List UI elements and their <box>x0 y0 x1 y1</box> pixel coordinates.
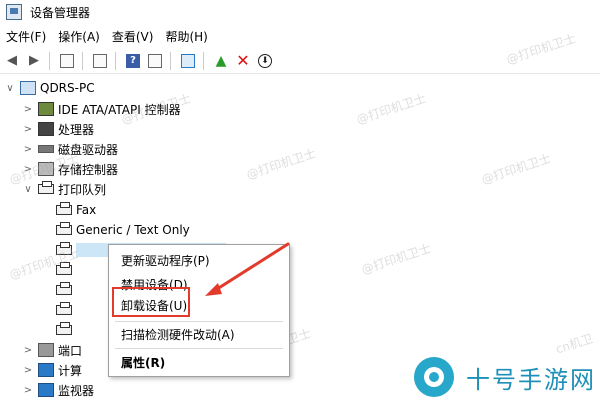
download-icon[interactable]: ⬇ <box>255 51 275 71</box>
tree-item-ports[interactable]: > 端口 <box>22 340 82 360</box>
back-arrow-icon[interactable]: ◀ <box>2 51 22 71</box>
menu-bar: 文件(F) 操作(A) 查看(V) 帮助(H) <box>0 26 214 48</box>
tree-item-label: 端口 <box>58 343 83 358</box>
window-title: 设备管理器 <box>30 5 91 20</box>
tree-item-label: 处理器 <box>58 122 95 137</box>
scan-monitor-icon[interactable] <box>178 51 198 71</box>
tree-item-printer[interactable] <box>52 280 76 300</box>
chevron-right-icon[interactable]: > <box>22 345 34 356</box>
port-icon <box>38 343 54 357</box>
forward-arrow-icon[interactable]: ▶ <box>24 51 44 71</box>
menu-item-properties[interactable]: 属性(R) <box>121 354 165 371</box>
toolbar-divider <box>49 51 50 70</box>
menu-view[interactable]: 查看(V) <box>106 26 160 48</box>
computer-icon <box>20 81 36 95</box>
chevron-down-icon[interactable]: ∨ <box>22 184 34 195</box>
tree-item-label: Generic / Text Only <box>76 223 190 237</box>
chevron-right-icon[interactable]: > <box>22 385 34 396</box>
watermark-text: @打印机卫士 <box>354 91 428 127</box>
device-manager-icon <box>6 4 22 20</box>
title-bar: 设备管理器 <box>0 0 600 24</box>
tree-item-label: 计算 <box>58 363 83 378</box>
chevron-right-icon[interactable]: > <box>22 124 34 135</box>
toolbar-divider <box>203 51 204 70</box>
chevron-down-icon[interactable]: ∨ <box>4 83 16 94</box>
printer-icon <box>56 322 72 335</box>
tree-item-monitors[interactable]: > 监视器 <box>22 380 94 400</box>
menu-action[interactable]: 操作(A) <box>52 26 106 48</box>
brand-logo-area: 十号手游网 <box>414 354 596 400</box>
help-icon[interactable]: ? <box>123 51 143 71</box>
menu-item-update-driver[interactable]: 更新驱动程序(P) <box>121 252 210 269</box>
menu-item-scan-hardware[interactable]: 扫描检测硬件改动(A) <box>121 326 235 343</box>
view-icon[interactable] <box>145 51 165 71</box>
chevron-right-icon[interactable]: > <box>22 365 34 376</box>
tree-item-label: Fax <box>76 203 97 217</box>
menu-help[interactable]: 帮助(H) <box>159 26 213 48</box>
uninstall-x-icon[interactable]: ✕ <box>233 51 253 71</box>
toolbar-divider <box>170 51 171 70</box>
printer-icon <box>56 202 72 215</box>
computer-icon <box>38 363 54 377</box>
tree-item-print-queue[interactable]: ∨ 打印队列 <box>22 179 106 199</box>
tree-item-processor[interactable]: > 处理器 <box>22 119 94 139</box>
menu-file[interactable]: 文件(F) <box>0 26 52 48</box>
printer-icon <box>56 222 72 235</box>
tree-item-computer[interactable]: > 计算 <box>22 360 82 380</box>
watermark-text: @打印机卫士 <box>244 146 318 182</box>
chevron-right-icon[interactable]: > <box>22 144 34 155</box>
tree-item-printer[interactable] <box>52 300 76 320</box>
brand-name: 十号手游网 <box>466 365 596 394</box>
toolbar-divider <box>115 51 116 70</box>
tree-item-label: 监视器 <box>58 383 95 398</box>
disk-icon <box>38 145 54 153</box>
tree-item-generic-text[interactable]: Generic / Text Only <box>52 220 190 240</box>
toolbar-divider <box>82 51 83 70</box>
show-hide-tree-icon[interactable] <box>57 51 77 71</box>
printer-icon <box>56 282 72 295</box>
monitor-icon <box>38 383 54 397</box>
printer-icon <box>56 302 72 315</box>
tree-item-label: 打印队列 <box>58 182 107 197</box>
uninstall-highlight-box <box>112 287 190 317</box>
menu-separator <box>115 348 283 349</box>
watermark-text: @打印机卫士 <box>119 91 193 127</box>
ide-icon <box>38 102 54 116</box>
properties-icon[interactable] <box>90 51 110 71</box>
printer-icon <box>38 181 54 194</box>
tree-item-fax[interactable]: Fax <box>52 200 96 220</box>
brand-logo-icon <box>414 357 454 397</box>
tree-item-printer[interactable] <box>52 320 76 340</box>
tree-root[interactable]: ∨ QDRS-PC <box>4 78 95 98</box>
watermark-text: @打印机卫士 <box>359 241 433 277</box>
watermark-text: @打印机卫士 <box>479 151 553 187</box>
root-label: QDRS-PC <box>40 81 95 95</box>
update-driver-icon[interactable]: ▲ <box>211 51 231 71</box>
processor-icon <box>38 122 54 136</box>
chevron-right-icon[interactable]: > <box>22 104 34 115</box>
menu-separator <box>115 321 283 322</box>
